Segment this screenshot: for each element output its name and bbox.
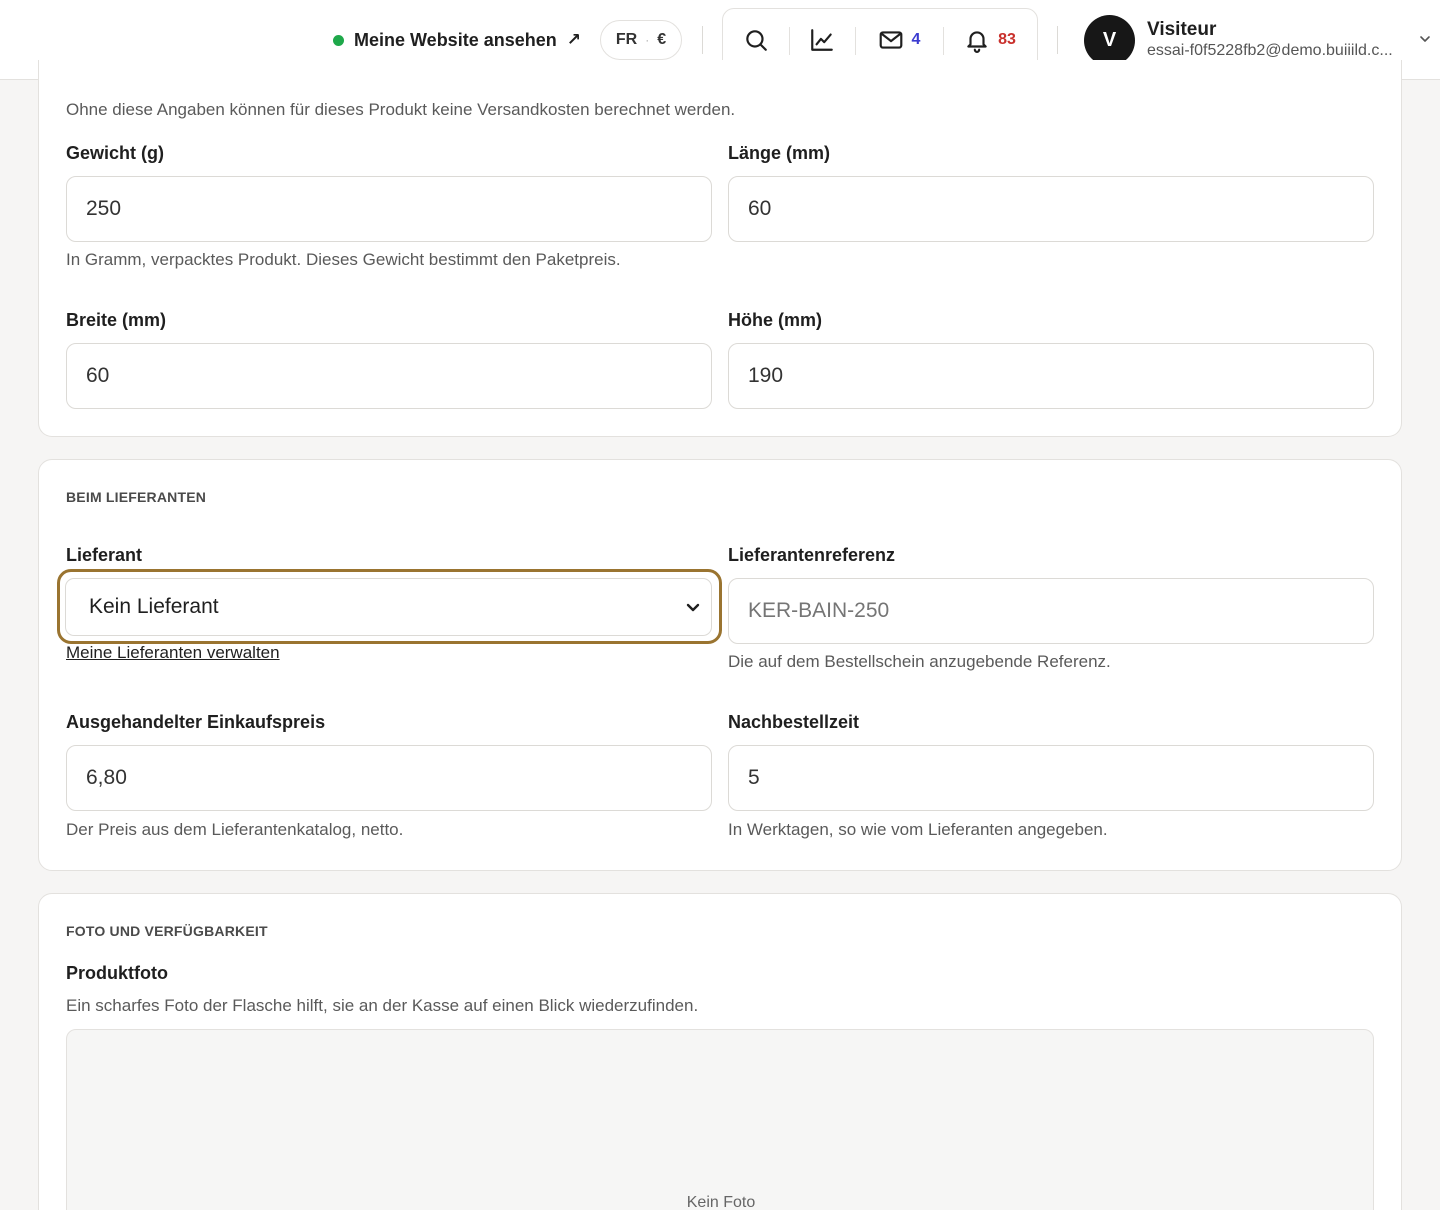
locale-separator: · [645,33,650,47]
product-photo-help: Ein scharfes Foto der Flasche hilft, sie… [66,996,699,1015]
header-divider [702,26,703,54]
manage-suppliers-link[interactable]: Meine Lieferanten verwalten [66,643,280,663]
locale-currency-switcher[interactable]: FR · € [600,20,682,60]
external-link-icon: ↗ [566,30,581,49]
weight-label: Gewicht (g) [66,143,164,163]
length-input[interactable] [728,176,1374,242]
user-name[interactable]: Visiteur [1147,19,1216,41]
view-website-label: Meine Website ansehen [354,29,557,50]
supplier-reference-help: Die auf dem Bestellschein anzugebende Re… [728,652,1111,671]
online-status-dot [333,34,344,46]
chart-icon [811,29,833,51]
supplier-section-title: BEIM LIEFERANTEN [66,489,207,505]
width-label: Breite (mm) [66,310,167,330]
bell-icon [967,31,987,53]
view-website-link[interactable]: Meine Website ansehen ↗ [333,26,581,54]
supplier-reference-label: Lieferantenreferenz [728,545,896,565]
supplier-label: Lieferant [66,545,143,565]
messages-count: 4 [911,31,921,48]
header-divider [1057,26,1058,54]
height-input[interactable] [728,343,1374,409]
chevron-down-icon [686,603,700,612]
photo-section-title: FOTO UND VERFÜGBARKEIT [66,923,268,939]
weight-input[interactable] [66,176,712,242]
purchase-price-input[interactable] [66,745,712,811]
supplier-reference-input[interactable] [728,578,1374,644]
weight-help: In Gramm, verpacktes Produkt. Dieses Gew… [66,250,621,269]
avatar[interactable]: V [1084,15,1135,66]
lead-time-label: Nachbestellzeit [728,712,860,732]
lead-time-help: In Werktagen, so wie vom Lieferanten ang… [728,820,1108,839]
purchase-price-help: Der Preis aus dem Lieferantenkatalog, ne… [66,820,404,839]
lead-time-input[interactable] [728,745,1374,811]
shipping-intro: Ohne diese Angaben können für dieses Pro… [66,100,736,119]
purchase-price-label: Ausgehandelter Einkaufspreis [66,712,326,732]
no-photo-text: Kein Foto [686,1194,756,1210]
search-icon [746,30,767,51]
notifications-count: 83 [998,31,1016,48]
user-email[interactable]: essai-f0f5228fb2@demo.buiiild.c... [1147,42,1409,60]
mail-icon [879,31,902,49]
width-input[interactable] [66,343,712,409]
supplier-select-focus-ring: Kein Lieferant [57,569,722,644]
supplier-select[interactable]: Kein Lieferant [65,578,712,636]
locale-currency: € [657,31,667,48]
photo-dropzone[interactable]: Kein Foto [66,1029,1374,1210]
locale-language: FR [615,31,638,48]
length-label: Länge (mm) [728,143,831,163]
height-label: Höhe (mm) [728,310,822,330]
chevron-down-icon[interactable] [1418,32,1432,46]
supplier-selected-value: Kein Lieferant [89,595,219,618]
product-photo-label: Produktfoto [66,963,168,983]
